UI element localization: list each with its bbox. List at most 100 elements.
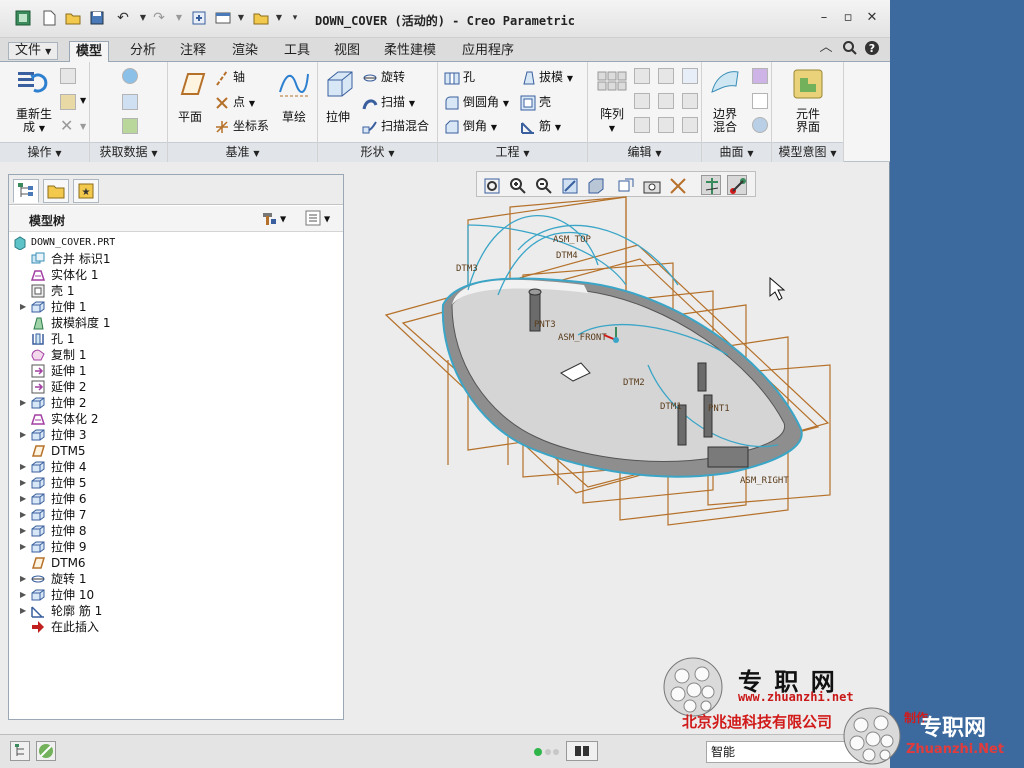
rib-button[interactable]: 筋 ▼ [520,117,561,135]
extend-tool-icon[interactable] [658,93,674,109]
file-menu[interactable]: 文件 ▼ [8,42,59,60]
tab-tools[interactable]: 工具 [278,41,316,62]
tab-render[interactable]: 渲染 [226,41,264,62]
extrude-icon[interactable] [324,68,356,100]
search-icon[interactable] [842,40,858,56]
project-icon[interactable] [682,68,698,84]
user-defined-feature-icon[interactable] [122,68,138,84]
find-icon[interactable] [566,741,598,761]
chamfer-button[interactable]: 倒角 ▼ [444,117,497,135]
expand-arrow-icon[interactable]: ▶ [20,395,28,411]
freestyle-icon[interactable] [752,117,768,133]
tree-node[interactable]: DOWN_COVER.PRT [9,235,343,251]
tree-node[interactable]: 实体化 1 [9,267,343,283]
tab-annotate[interactable]: 注释 [174,41,212,62]
shrinkwrap-icon[interactable] [122,118,138,134]
tree-node[interactable]: ▶ 拉伸 7 [9,507,343,523]
copy-geometry-icon[interactable] [122,94,138,110]
paste-dropdown-icon[interactable]: ▼ [80,96,86,105]
tree-node[interactable]: 在此插入 [9,619,343,635]
draft-button[interactable]: 拔模 ▼ [520,68,573,86]
intersect-icon[interactable] [634,117,650,133]
tree-node[interactable]: ▶ 拉伸 2 [9,395,343,411]
expand-arrow-icon[interactable]: ▶ [20,427,28,443]
tab-model-tree[interactable] [13,179,39,203]
tree-node[interactable]: ▶ 拉伸 9 [9,539,343,555]
tree-node[interactable]: 延伸 2 [9,379,343,395]
minimize-icon[interactable]: – [816,10,832,26]
round-button[interactable]: 倒圆角 ▼ [444,93,509,111]
tree-node[interactable]: ▶ 拉伸 3 [9,427,343,443]
expand-arrow-icon[interactable]: ▶ [20,299,28,315]
tree-node[interactable]: 孔 1 [9,331,343,347]
plane-button[interactable]: 平面 [178,108,202,125]
help-icon[interactable]: ? [864,40,880,56]
toggle-navigator-icon[interactable] [10,741,30,761]
tab-favorites[interactable]: ★ [73,179,99,203]
regenerate-button[interactable]: 重新生成 ▼ [14,108,54,135]
expand-arrow-icon[interactable]: ▶ [20,507,28,523]
tree-node[interactable]: ▶ 旋转 1 [9,571,343,587]
tree-settings-button[interactable]: ▼ [261,210,286,226]
get-data-group-label[interactable]: 获取数据 ▼ [90,142,167,162]
maximize-icon[interactable]: ▫ [840,10,856,26]
sketch-button[interactable]: 草绘 [282,108,306,125]
component-interface-button[interactable]: 元件 界面 [794,108,822,134]
mirror-icon[interactable] [634,68,650,84]
tree-node[interactable]: ▶ 拉伸 8 [9,523,343,539]
pattern-button[interactable]: 阵列 ▼ [598,108,626,135]
expand-arrow-icon[interactable]: ▶ [20,475,28,491]
thicken-icon[interactable] [658,117,674,133]
swept-blend-button[interactable]: 扫描混合 [362,117,429,135]
tree-node[interactable]: DTM5 [9,443,343,459]
operations-group-label[interactable]: 操作 ▼ [0,142,89,162]
sweep-button[interactable]: 扫描 ▼ [362,93,415,111]
graphics-window[interactable]: DTM3 ASM_TOP DTM4 PNT3 ASM_FRONT DTM2 DT… [348,165,888,732]
tree-node[interactable]: ▶ 拉伸 1 [9,299,343,315]
tab-view[interactable]: 视图 [328,41,366,62]
csys-button[interactable]: 坐标系 [214,117,269,135]
tree-node[interactable]: 拔模斜度 1 [9,315,343,331]
extrude-button[interactable]: 拉伸 [326,108,350,125]
engineering-group-label[interactable]: 工程 ▼ [438,142,587,162]
expand-arrow-icon[interactable]: ▶ [20,603,28,619]
pattern-icon[interactable] [596,70,628,102]
tab-folder-browser[interactable] [43,179,69,203]
expand-arrow-icon[interactable]: ▶ [20,523,28,539]
style-icon[interactable] [752,68,768,84]
tab-flexible-modeling[interactable]: 柔性建模 [378,41,442,62]
delete-dropdown-icon[interactable]: ▼ [80,122,86,131]
expand-arrow-icon[interactable]: ▶ [20,587,28,603]
axis-button[interactable]: 轴 [214,68,245,86]
tree-node[interactable]: 延伸 1 [9,363,343,379]
tree-node[interactable]: 合并 标识1 [9,251,343,267]
model-intent-group-label[interactable]: 模型意图 ▼ [772,142,843,162]
surfaces-group-label[interactable]: 曲面 ▼ [702,142,771,162]
expand-arrow-icon[interactable]: ▶ [20,491,28,507]
tab-model[interactable]: 模型 [69,41,110,63]
collapse-ribbon-icon[interactable]: ︿ [818,40,834,56]
revolve-button[interactable]: 旋转 [362,68,405,86]
sketch-icon[interactable] [278,68,310,100]
tree-node[interactable]: ▶ 拉伸 4 [9,459,343,475]
expand-arrow-icon[interactable]: ▶ [20,539,28,555]
copy-icon[interactable] [60,68,76,84]
tree-node[interactable]: 壳 1 [9,283,343,299]
tree-node[interactable]: DTM6 [9,555,343,571]
boundary-blend-button[interactable]: 边界 混合 [710,108,740,134]
close-icon[interactable]: ✕ [864,10,880,26]
shapes-group-label[interactable]: 形状 ▼ [318,142,437,162]
browser-icon[interactable] [36,741,56,761]
tab-analysis[interactable]: 分析 [124,41,162,62]
tree-node[interactable]: 复制 1 [9,347,343,363]
paste-icon[interactable] [60,94,76,110]
offset-icon[interactable] [682,93,698,109]
tree-node[interactable]: ▶ 轮廓 筋 1 [9,603,343,619]
expand-arrow-icon[interactable]: ▶ [20,571,28,587]
hole-button[interactable]: 孔 [444,68,475,86]
merge-tool-icon[interactable] [634,93,650,109]
tree-node[interactable]: ▶ 拉伸 10 [9,587,343,603]
point-button[interactable]: 点 ▼ [214,93,255,111]
solidify-tool-icon[interactable] [682,117,698,133]
datum-group-label[interactable]: 基准 ▼ [168,142,317,162]
